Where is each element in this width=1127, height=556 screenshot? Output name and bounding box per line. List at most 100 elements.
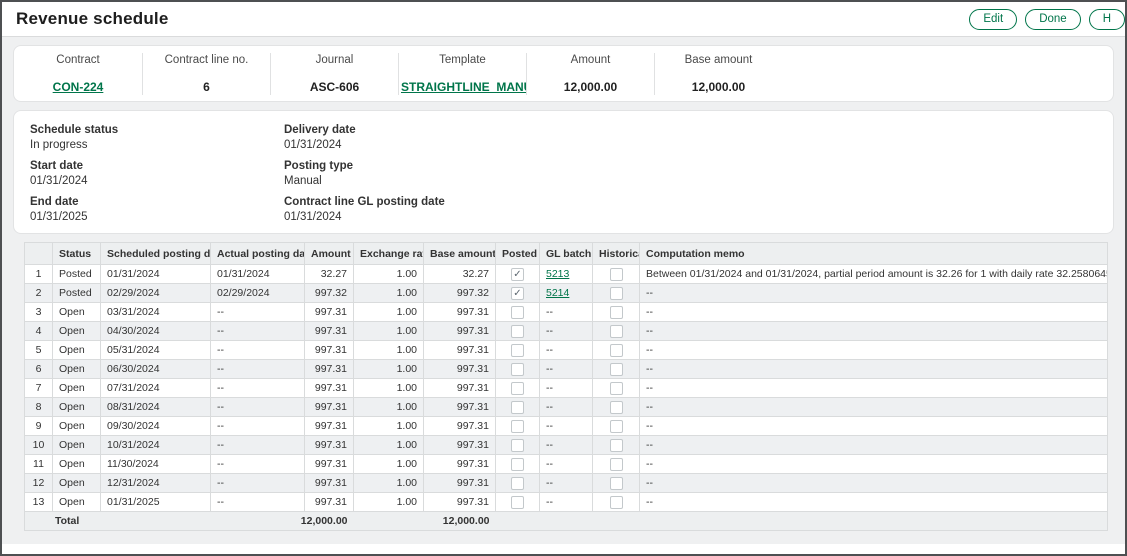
- amount-label: Amount: [529, 54, 652, 66]
- template-link[interactable]: STRAIGHTLINE_MANUA: [401, 80, 526, 94]
- row-number-cell: 6: [25, 360, 53, 379]
- historical-checkbox[interactable]: [610, 401, 623, 414]
- base-amount-value: 12,000.00: [657, 80, 780, 94]
- gl-batch-cell: --: [540, 474, 593, 493]
- edit-button[interactable]: Edit: [969, 9, 1017, 30]
- historical-checkbox[interactable]: [610, 477, 623, 490]
- historical-cell: [593, 322, 640, 341]
- gl-batch-link[interactable]: 5214: [546, 287, 569, 299]
- posted-checkbox[interactable]: [511, 439, 524, 452]
- posted-checkbox[interactable]: [511, 458, 524, 471]
- historical-checkbox[interactable]: [610, 306, 623, 319]
- details-left-column: Schedule status In progress Start date 0…: [30, 124, 284, 220]
- exchange-rate-cell: 1.00: [354, 417, 424, 436]
- total-label-cell: Total: [25, 512, 101, 531]
- historical-checkbox[interactable]: [610, 363, 623, 376]
- posted-cell: [496, 436, 540, 455]
- page-title: Revenue schedule: [16, 9, 168, 29]
- column-header-computation-memo: Computation memo: [640, 243, 1108, 265]
- base-amount-cell: 997.31: [424, 474, 496, 493]
- exchange-rate-cell: 1.00: [354, 455, 424, 474]
- scheduled-posting-date-cell: 12/31/2024: [101, 474, 211, 493]
- posted-checkbox[interactable]: [511, 420, 524, 433]
- actual-posting-date-cell: 01/31/2024: [211, 265, 305, 284]
- posted-checkbox[interactable]: [511, 477, 524, 490]
- amount-cell: 997.31: [305, 474, 354, 493]
- column-header-actual-posting-date: Actual posting date: [211, 243, 305, 265]
- historical-cell: [593, 436, 640, 455]
- summary-template: Template STRAIGHTLINE_MANUA: [398, 53, 526, 95]
- gl-batch-link[interactable]: 5213: [546, 268, 569, 280]
- posted-cell: [496, 455, 540, 474]
- row-number-cell: 10: [25, 436, 53, 455]
- historical-checkbox[interactable]: [610, 287, 623, 300]
- amount-cell: 997.31: [305, 417, 354, 436]
- bottom-strip: [2, 544, 1125, 554]
- summary-amount: Amount 12,000.00: [526, 53, 654, 95]
- done-button[interactable]: Done: [1025, 9, 1081, 30]
- historical-checkbox[interactable]: [610, 496, 623, 509]
- gl-batch-cell: 5214: [540, 284, 593, 303]
- schedule-row-13: 13Open01/31/2025--997.311.00997.31----: [25, 493, 1108, 512]
- summary-journal: Journal ASC-606: [270, 53, 398, 95]
- posted-checkbox[interactable]: [511, 306, 524, 319]
- posted-checkbox[interactable]: [511, 382, 524, 395]
- posted-checkbox[interactable]: ✓: [511, 287, 524, 300]
- delivery-date-label: Delivery date: [284, 124, 1097, 136]
- scheduled-posting-date-cell: 03/31/2024: [101, 303, 211, 322]
- amount-cell: 997.31: [305, 455, 354, 474]
- posted-checkbox[interactable]: [511, 344, 524, 357]
- contract-line-gl-posting-date-value: 01/31/2024: [284, 211, 1097, 223]
- revenue-schedule-table: StatusScheduled posting dateActual posti…: [24, 242, 1108, 531]
- historical-checkbox[interactable]: [610, 344, 623, 357]
- posted-checkbox[interactable]: [511, 401, 524, 414]
- amount-cell: 997.31: [305, 303, 354, 322]
- historical-checkbox[interactable]: [610, 420, 623, 433]
- help-button[interactable]: H: [1089, 9, 1125, 30]
- journal-label: Journal: [273, 54, 396, 66]
- details-right-column: Delivery date 01/31/2024 Posting type Ma…: [284, 124, 1097, 220]
- posted-checkbox[interactable]: [511, 496, 524, 509]
- base-amount-cell: 997.32: [424, 284, 496, 303]
- posted-checkbox[interactable]: [511, 325, 524, 338]
- computation-memo-cell: --: [640, 322, 1108, 341]
- base-amount-label: Base amount: [657, 54, 780, 66]
- column-header-gl-batch: GL batch: [540, 243, 593, 265]
- historical-checkbox[interactable]: [610, 268, 623, 281]
- exchange-rate-cell: 1.00: [354, 341, 424, 360]
- row-number-cell: 3: [25, 303, 53, 322]
- historical-cell: [593, 265, 640, 284]
- column-header-amount: Amount: [305, 243, 354, 265]
- posted-cell: ✓: [496, 265, 540, 284]
- historical-checkbox[interactable]: [610, 439, 623, 452]
- contract-link[interactable]: CON-224: [53, 80, 104, 94]
- total-amount-cell: 12,000.00: [101, 512, 354, 531]
- exchange-rate-cell: 1.00: [354, 322, 424, 341]
- historical-cell: [593, 379, 640, 398]
- historical-cell: [593, 417, 640, 436]
- actual-posting-date-cell: --: [211, 341, 305, 360]
- total-spacer-cell: [496, 512, 1108, 531]
- posted-checkbox[interactable]: ✓: [511, 268, 524, 281]
- computation-memo-cell: Between 01/31/2024 and 01/31/2024, parti…: [640, 265, 1108, 284]
- exchange-rate-cell: 1.00: [354, 265, 424, 284]
- historical-cell: [593, 341, 640, 360]
- historical-checkbox[interactable]: [610, 458, 623, 471]
- historical-checkbox[interactable]: [610, 325, 623, 338]
- actual-posting-date-cell: --: [211, 417, 305, 436]
- total-base-amount-cell: 12,000.00: [424, 512, 496, 531]
- column-header-scheduled-posting-date: Scheduled posting date: [101, 243, 211, 265]
- column-header-exchange-rate: Exchange rate: [354, 243, 424, 265]
- row-number-cell: 7: [25, 379, 53, 398]
- actual-posting-date-cell: --: [211, 455, 305, 474]
- historical-cell: [593, 474, 640, 493]
- posted-checkbox[interactable]: [511, 363, 524, 376]
- posting-type-label: Posting type: [284, 160, 1097, 172]
- scheduled-posting-date-cell: 08/31/2024: [101, 398, 211, 417]
- exchange-rate-cell: 1.00: [354, 360, 424, 379]
- amount-cell: 997.31: [305, 379, 354, 398]
- total-exchange-rate-cell: [354, 512, 424, 531]
- historical-checkbox[interactable]: [610, 382, 623, 395]
- base-amount-cell: 997.31: [424, 379, 496, 398]
- toolbar-actions: Edit Done H: [969, 9, 1125, 30]
